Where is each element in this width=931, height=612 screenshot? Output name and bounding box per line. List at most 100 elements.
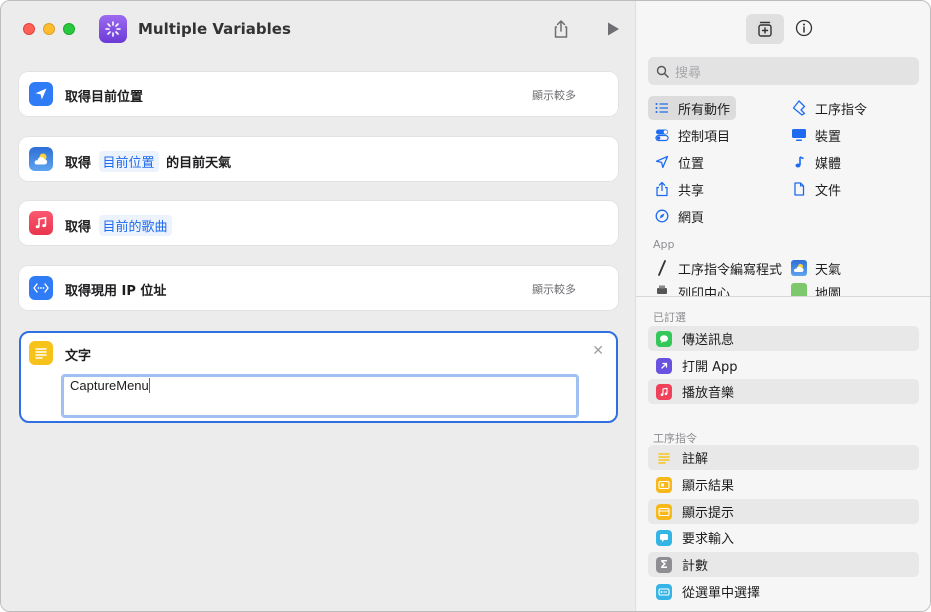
action-choose-from-menu[interactable]: 從選單中選擇 <box>648 579 919 604</box>
action-play-music[interactable]: 播放音樂 <box>648 379 919 404</box>
text-field[interactable]: CaptureMenu <box>61 374 579 418</box>
action-label: 文字 <box>65 349 92 364</box>
message-icon <box>656 330 672 347</box>
info-icon <box>795 19 813 37</box>
document-icon <box>791 181 807 197</box>
music-note-icon <box>791 154 807 170</box>
action-open-app[interactable]: 打開 App <box>648 353 919 378</box>
action-label: 計數 <box>682 559 709 574</box>
comment-lines-icon <box>656 450 672 466</box>
compass-icon <box>654 208 670 224</box>
add-action-library-icon <box>758 21 772 37</box>
shortcuts-window: Multiple Variables 取得目前位置 顯示較多 取得 目前位置 的… <box>0 0 931 612</box>
remove-action-button[interactable]: ✕ <box>592 343 604 359</box>
section-label-app: App <box>653 238 675 251</box>
category-media[interactable]: 媒體 <box>791 150 841 174</box>
action-suffix: 的目前天氣 <box>166 156 232 171</box>
minimize-window-button[interactable] <box>43 23 55 35</box>
app-weather[interactable]: 天氣 <box>791 257 841 279</box>
action-label: 從選單中選擇 <box>682 586 761 601</box>
weather-icon <box>29 147 53 171</box>
action-get-current-weather[interactable]: 取得 目前位置 的目前天氣 <box>19 137 618 181</box>
category-label: 工序指令 <box>815 102 868 118</box>
location-arrow-icon <box>29 82 53 106</box>
shortcuts-icon <box>791 100 807 116</box>
action-label: 播放音樂 <box>682 386 735 401</box>
action-label: 顯示結果 <box>682 479 735 494</box>
action-label: 顯示提示 <box>682 506 735 521</box>
category-location[interactable]: 位置 <box>654 150 704 174</box>
category-device[interactable]: 裝置 <box>791 123 841 147</box>
app-label: 工序指令編寫程式 <box>678 262 783 278</box>
category-documents[interactable]: 文件 <box>791 177 841 201</box>
action-send-message[interactable]: 傳送訊息 <box>648 326 919 351</box>
action-label: 註解 <box>682 452 709 467</box>
run-button[interactable] <box>601 17 625 41</box>
category-label: 控制項目 <box>678 129 731 145</box>
zoom-window-button[interactable] <box>63 23 75 35</box>
suggested-actions: 已訂選 傳送訊息 打開 App 播放音樂 工序指令 註解 顯示結果 顯示提示 要… <box>636 297 930 611</box>
shortcut-icon[interactable] <box>99 15 127 43</box>
action-ask-for-input[interactable]: 要求輸入 <box>648 525 919 550</box>
share-icon <box>654 181 670 197</box>
category-label: 網頁 <box>678 210 705 226</box>
details-tab[interactable] <box>794 18 814 38</box>
close-window-button[interactable] <box>23 23 35 35</box>
open-app-icon <box>656 357 672 374</box>
title-bar: Multiple Variables <box>1 1 635 57</box>
variable-chip-current-song[interactable]: 目前的歌曲 <box>98 215 172 236</box>
action-label: 取得目前位置 <box>65 90 144 105</box>
play-icon <box>608 22 619 36</box>
text-lines-icon <box>29 341 53 365</box>
library-tab[interactable] <box>746 14 784 44</box>
category-all-actions[interactable]: 所有動作 <box>648 96 737 120</box>
action-get-current-ip[interactable]: 取得現用 IP 位址 顯示較多 <box>19 266 618 310</box>
category-controls[interactable]: 控制項目 <box>654 123 730 147</box>
search-placeholder: 搜尋 <box>675 65 702 81</box>
choose-menu-icon <box>656 583 672 600</box>
music-icon <box>656 383 672 400</box>
show-more-button[interactable]: 顯示較多 <box>532 87 576 103</box>
app-print-center[interactable]: 列印中心 <box>654 283 730 296</box>
category-shortcuts[interactable]: 工序指令 <box>791 96 867 120</box>
printer-icon <box>654 283 670 296</box>
category-label: 裝置 <box>815 129 842 145</box>
action-label: 傳送訊息 <box>682 333 735 348</box>
action-show-result[interactable]: 顯示結果 <box>648 472 919 497</box>
app-label: 地圖 <box>815 287 842 296</box>
category-label: 媒體 <box>815 156 842 172</box>
share-button[interactable] <box>549 17 573 41</box>
section-label-scripting: 工序指令 <box>653 432 697 445</box>
window-title: Multiple Variables <box>138 20 291 38</box>
text-caret <box>148 378 151 393</box>
list-icon <box>654 100 670 116</box>
search-input[interactable]: 搜尋 <box>648 57 919 85</box>
action-count[interactable]: Σ 計數 <box>648 552 919 577</box>
show-more-button[interactable]: 顯示較多 <box>532 281 576 297</box>
sidebar-toolbar <box>636 1 930 57</box>
category-label: 文件 <box>815 183 842 199</box>
category-web[interactable]: 網頁 <box>654 204 704 228</box>
share-icon <box>554 20 568 38</box>
action-label: 取得 目前位置 的目前天氣 <box>65 151 231 172</box>
app-maps[interactable]: 地圖 <box>791 283 841 296</box>
action-text[interactable]: 文字 ✕ CaptureMenu <box>19 331 618 423</box>
action-comment[interactable]: 註解 <box>648 445 919 470</box>
category-sharing[interactable]: 共享 <box>654 177 704 201</box>
sigma-icon: Σ <box>656 556 672 573</box>
ask-input-icon <box>656 529 672 546</box>
text-field-value: CaptureMenu <box>70 378 149 393</box>
action-show-alert[interactable]: 顯示提示 <box>648 499 919 524</box>
show-result-icon <box>656 476 672 493</box>
music-note-icon <box>29 211 53 235</box>
map-icon <box>791 283 807 296</box>
app-shortcuts-editor[interactable]: 工序指令編寫程式 <box>654 257 782 279</box>
editor-pane: Multiple Variables 取得目前位置 顯示較多 取得 目前位置 的… <box>1 1 635 611</box>
category-label: 共享 <box>678 183 705 199</box>
action-get-current-song[interactable]: 取得 目前的歌曲 <box>19 201 618 245</box>
location-icon <box>654 154 670 170</box>
action-prefix: 取得 <box>65 220 92 235</box>
section-label-pinned: 已訂選 <box>653 311 686 324</box>
variable-chip-current-location[interactable]: 目前位置 <box>98 151 159 172</box>
action-get-current-location[interactable]: 取得目前位置 顯示較多 <box>19 72 618 116</box>
